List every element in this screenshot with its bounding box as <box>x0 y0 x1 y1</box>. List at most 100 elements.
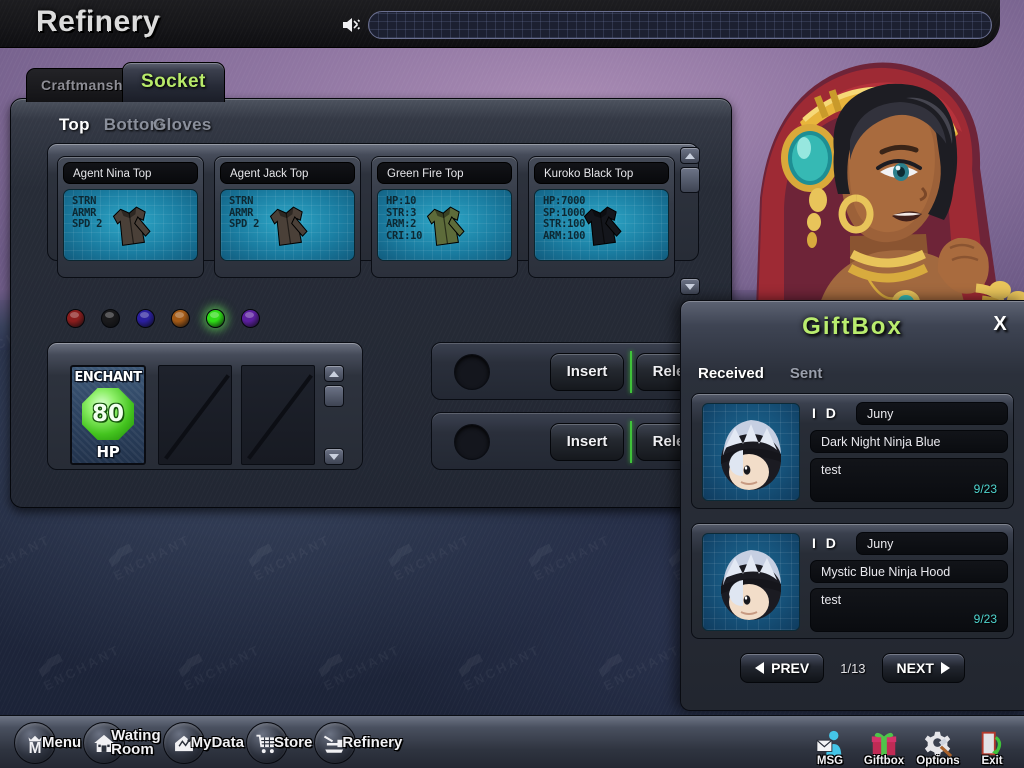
subtab-gloves[interactable]: Gloves <box>153 115 212 135</box>
taskbar-button-exit[interactable]: Exit <box>968 728 1016 767</box>
taskbar-button-refinery[interactable]: Refinery <box>314 721 403 764</box>
tab-sent[interactable]: Sent <box>790 365 823 382</box>
insert-button-2[interactable]: Insert <box>550 423 624 461</box>
next-page-button[interactable]: NEXT <box>881 653 965 683</box>
item-card-preview: HP:10 STR:3 ARM:2 CRI:10 <box>377 189 512 261</box>
gift-date: 9/23 <box>973 612 997 626</box>
item-card[interactable]: Kuroko Black Top HP:7000 SP:1000 STR:100 … <box>528 156 675 278</box>
taskbar-button-msg[interactable]: MSG <box>806 728 854 767</box>
taskbar-button-menu[interactable]: M Menu <box>14 721 82 764</box>
taskbar-button-label: Options <box>916 755 960 767</box>
tab-received[interactable]: Received <box>698 365 764 382</box>
gift-message-field: test 9/23 <box>810 588 1008 632</box>
giftbox-title: GiftBox <box>802 313 903 340</box>
color-dot-black[interactable] <box>101 309 120 328</box>
enchant-gem-icon: 80 <box>82 388 134 440</box>
exit-door-icon <box>981 731 1002 756</box>
gift-message-text: test <box>821 593 842 607</box>
socket-slot-1[interactable] <box>454 354 490 390</box>
socket-divider-1 <box>630 351 632 393</box>
giftbox-tabs: Received Sent <box>698 365 822 382</box>
gift-list-item[interactable]: I D Juny Mystic Blue Ninja Hood test 9/2… <box>691 523 1014 639</box>
enchant-stat-label: HP <box>96 443 120 461</box>
gift-item-field: Dark Night Ninja Blue <box>810 430 1008 453</box>
equipment-category-tabs: Top Bottom Gloves <box>59 115 212 135</box>
color-dot-green[interactable] <box>206 309 225 328</box>
enchant-empty-slot-1[interactable] <box>158 365 232 465</box>
taskbar-button-label: MSG <box>816 755 844 767</box>
item-card-preview: STRN ARMR SPD 2 <box>63 189 198 261</box>
item-card[interactable]: Green Fire Top HP:10 STR:3 ARM:2 CRI:10 <box>371 156 518 278</box>
enchant-scroll-down-button[interactable] <box>324 448 344 465</box>
insert-button-1[interactable]: Insert <box>550 353 624 391</box>
socket-panel: Top Bottom Gloves Agent Nina Top STRN ARM… <box>10 98 732 508</box>
header-bar: Refinery <box>0 0 1000 48</box>
taskbar-button-label: Refinery <box>342 733 403 751</box>
socket-divider-2 <box>630 421 632 463</box>
gift-message-field: test 9/23 <box>810 458 1008 502</box>
socket-slot-2[interactable] <box>454 424 490 460</box>
enchant-card[interactable]: ENCHANT 80 HP <box>70 365 146 465</box>
taskbar-button-wating-room[interactable]: Wating Room <box>83 721 161 764</box>
taskbar-button-label: Menu <box>42 733 82 751</box>
item-card[interactable]: Agent Nina Top STRN ARMR SPD 2 <box>57 156 204 278</box>
item-card-stats: HP:7000 SP:1000 STR:100 ARM:100 <box>543 195 586 242</box>
taskbar-button-options[interactable]: Options <box>914 728 962 767</box>
taskbar-button-label: Store <box>273 733 313 751</box>
taskbar-button-label: Exit <box>981 755 1003 767</box>
enchant-scroll-thumb[interactable] <box>324 385 344 407</box>
enchant-inventory-box: ENCHANT 80 HP <box>47 342 363 470</box>
subtab-top[interactable]: Top <box>59 115 90 135</box>
avatar <box>702 403 800 501</box>
color-dot-orange[interactable] <box>171 309 190 328</box>
giftbox-window: GiftBox X Received Sent I D Juny Dark Ni… <box>680 300 1024 711</box>
next-label: NEXT <box>896 660 934 676</box>
item-card-preview: HP:7000 SP:1000 STR:100 ARM:100 <box>534 189 669 261</box>
gift-item-field: Mystic Blue Ninja Hood <box>810 560 1008 583</box>
gift-date: 9/23 <box>973 482 997 496</box>
item-card-row: Agent Nina Top STRN ARMR SPD 2 Agent Jack … <box>57 156 675 278</box>
enchant-card-title: ENCHANT <box>74 370 142 385</box>
scroll-up-button[interactable] <box>680 147 700 164</box>
tab-socket[interactable]: Socket <box>122 62 225 102</box>
item-list-scrollbar[interactable] <box>680 147 702 295</box>
item-sprite-icon <box>426 206 465 247</box>
color-dot-purple[interactable] <box>241 309 260 328</box>
taskbar-right-buttons: MSG Giftbox Options Exit <box>806 716 1016 768</box>
gift-icon <box>871 732 897 756</box>
chevron-right-icon <box>940 662 950 674</box>
giftbox-pager: PREV 1/13 NEXT <box>681 651 1024 685</box>
color-dot-blue[interactable] <box>136 309 155 328</box>
scroll-thumb[interactable] <box>680 167 700 193</box>
gift-list-item[interactable]: I D Juny Dark Night Ninja Blue test 9/23 <box>691 393 1014 509</box>
character-portrait <box>700 48 1024 310</box>
item-card-stats: STRN ARMR SPD 2 <box>72 195 103 230</box>
enchant-value: 80 <box>91 400 124 427</box>
gift-id-label: I D <box>812 405 839 421</box>
enchant-empty-slot-2[interactable] <box>241 365 315 465</box>
taskbar-button-giftbox[interactable]: Giftbox <box>860 728 908 767</box>
enchant-scroll-up-button[interactable] <box>324 365 344 382</box>
prev-label: PREV <box>771 660 810 676</box>
close-icon[interactable]: X <box>989 314 1011 336</box>
taskbar-button-mydata[interactable]: MyData <box>162 721 244 764</box>
scroll-down-button[interactable] <box>680 278 700 295</box>
taskbar-button-store[interactable]: Store <box>245 721 313 764</box>
taskbar-left-buttons: M Menu Wating Room MyData Store Refinery <box>14 716 404 768</box>
color-dot-red[interactable] <box>66 309 85 328</box>
page-title: Refinery <box>36 5 161 38</box>
item-card-name: Agent Jack Top <box>220 162 355 184</box>
item-list-frame: Agent Nina Top STRN ARMR SPD 2 Agent Jack … <box>47 143 699 278</box>
socket-color-filter <box>66 309 260 328</box>
item-card-name: Agent Nina Top <box>63 162 198 184</box>
bottom-taskbar: M Menu Wating Room MyData Store Refinery MSG G… <box>0 715 1024 768</box>
enchant-scrollbar[interactable] <box>324 365 346 465</box>
chat-input[interactable] <box>368 11 992 39</box>
item-sprite-icon <box>112 206 151 247</box>
taskbar-button-label: Wating Room <box>111 726 161 758</box>
prev-page-button[interactable]: PREV <box>740 653 825 683</box>
speaker-icon[interactable] <box>341 15 363 35</box>
item-card[interactable]: Agent Jack Top STRN ARMR SPD 2 <box>214 156 361 278</box>
avatar <box>702 533 800 631</box>
taskbar-button-label: Giftbox <box>863 755 905 767</box>
